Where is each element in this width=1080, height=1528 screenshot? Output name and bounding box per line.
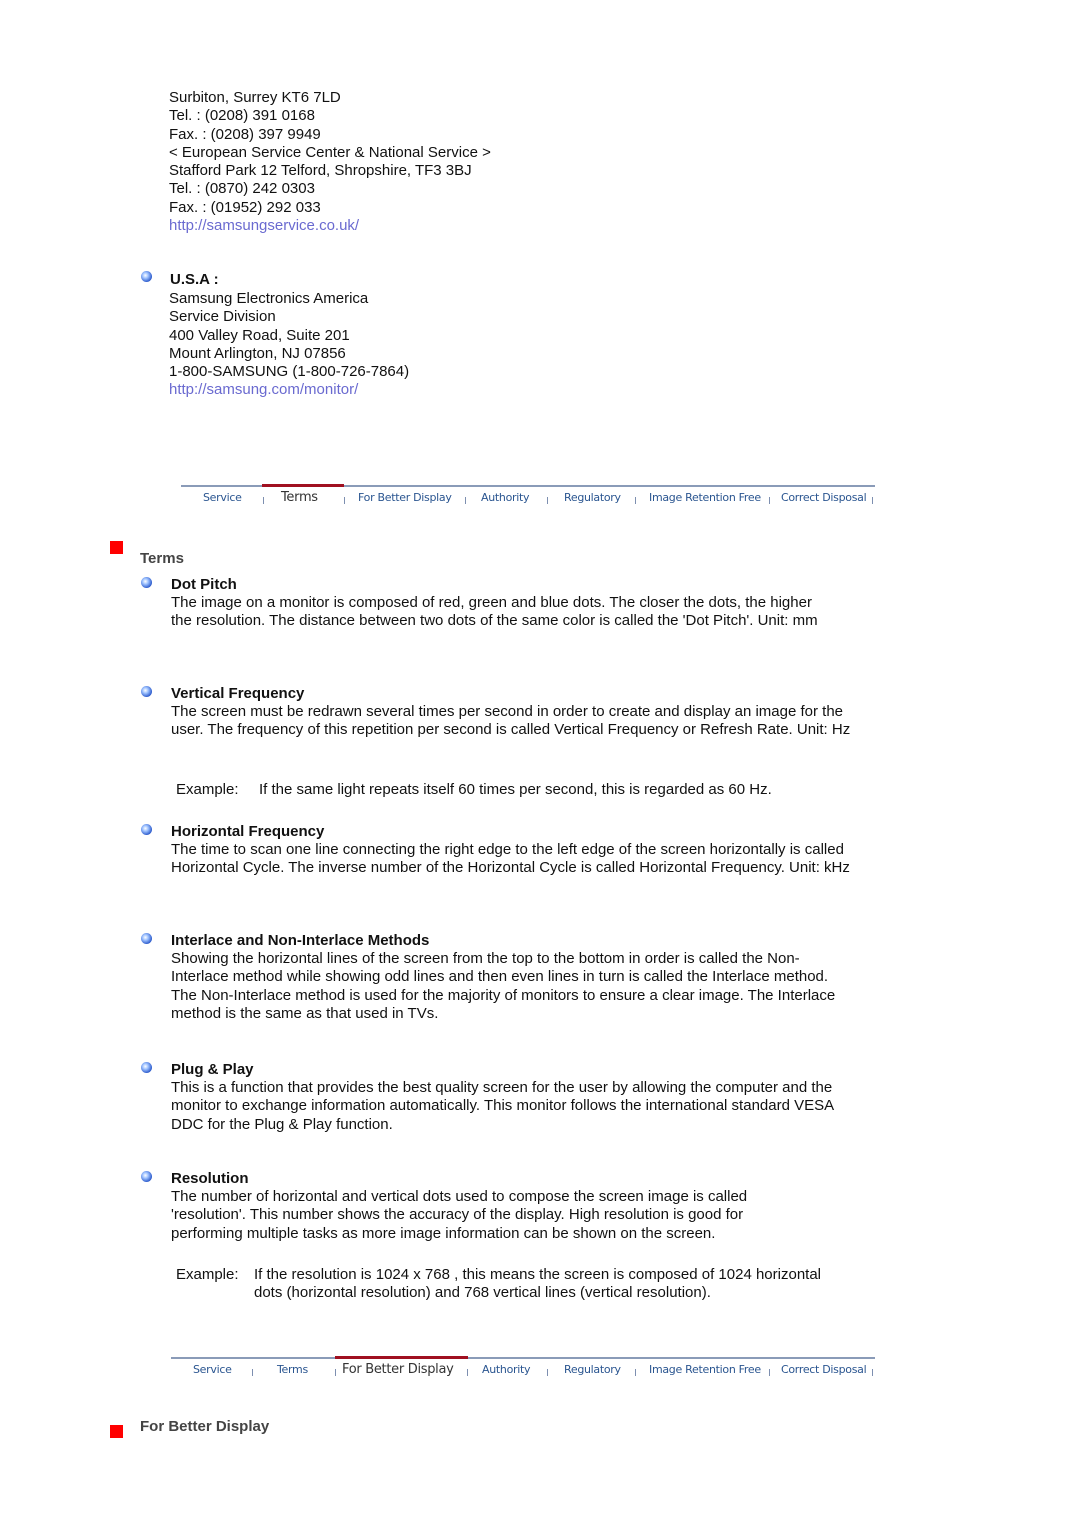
nav-separator	[635, 497, 636, 504]
nav-separator	[335, 1369, 336, 1376]
bullet-icon	[141, 271, 152, 282]
uk-fax: Fax. : (0208) 397 9949	[169, 125, 321, 143]
nav-tab-image-retention-free[interactable]: Image Retention Free	[649, 491, 761, 504]
term-body-dot-pitch: The image on a monitor is composed of re…	[171, 594, 818, 630]
bullet-icon	[141, 1171, 152, 1182]
nav-separator	[547, 1369, 548, 1376]
bullet-icon	[141, 686, 152, 697]
eu-fax: Fax. : (01952) 292 033	[169, 198, 321, 216]
active-tab-indicator	[262, 484, 344, 487]
uk-service-link[interactable]: http://samsungservice.co.uk/	[169, 217, 359, 234]
section-marker-icon	[110, 541, 123, 554]
bullet-icon	[141, 577, 152, 588]
term-heading-plug-and-play: Plug & Play	[171, 1061, 254, 1078]
term-body-horizontal-frequency: The time to scan one line connecting the…	[171, 841, 850, 877]
nav-separator	[635, 1369, 636, 1376]
nav-rule	[171, 1357, 875, 1359]
term-body-resolution: The number of horizontal and vertical do…	[171, 1188, 748, 1242]
term-heading-dot-pitch: Dot Pitch	[171, 576, 237, 593]
usa-division: Service Division	[169, 308, 276, 326]
term-body-plug-and-play: This is a function that provides the bes…	[171, 1079, 834, 1133]
section-nav-bar: Service Terms For Better Display Authori…	[171, 1356, 875, 1391]
better-display-section-title: For Better Display	[140, 1418, 270, 1435]
nav-tab-for-better-display[interactable]: For Better Display	[358, 491, 452, 504]
nav-separator	[467, 1369, 468, 1376]
nav-separator	[263, 497, 264, 504]
eu-service-center-heading: < European Service Center & National Ser…	[169, 143, 491, 161]
example-text-resolution: If the resolution is 1024 x 768 , this m…	[254, 1266, 821, 1302]
uk-tel: Tel. : (0208) 391 0168	[169, 107, 315, 125]
uk-contact-block: Surbiton, Surrey KT6 7LD Tel. : (0208) 3…	[169, 89, 491, 235]
eu-address-line: Stafford Park 12 Telford, Shropshire, TF…	[169, 162, 472, 180]
nav-tab-authority[interactable]: Authority	[482, 1363, 531, 1376]
example-label: Example:	[176, 1266, 239, 1283]
nav-separator	[769, 497, 770, 504]
usa-company: Samsung Electronics America	[169, 290, 369, 307]
active-tab-indicator	[335, 1356, 468, 1359]
usa-service-link[interactable]: http://samsung.com/monitor/	[169, 381, 358, 398]
term-heading-horizontal-frequency: Horizontal Frequency	[171, 823, 325, 840]
nav-separator	[344, 497, 345, 504]
term-body-vertical-frequency: The screen must be redrawn several times…	[171, 703, 851, 739]
term-body-interlace: Showing the horizontal lines of the scre…	[171, 950, 836, 1022]
nav-tab-terms[interactable]: Terms	[281, 490, 318, 505]
usa-contact-block: Samsung Electronics America Service Divi…	[169, 290, 409, 400]
bullet-icon	[141, 933, 152, 944]
nav-separator	[872, 497, 873, 504]
term-heading-resolution: Resolution	[171, 1170, 249, 1187]
nav-tab-regulatory[interactable]: Regulatory	[564, 491, 621, 504]
nav-tab-for-better-display[interactable]: For Better Display	[342, 1362, 454, 1377]
example-text-vertical-frequency: If the same light repeats itself 60 time…	[259, 781, 772, 798]
usa-phone: 1-800-SAMSUNG (1-800-726-7864)	[169, 363, 410, 381]
usa-heading: U.S.A :	[170, 271, 219, 288]
term-heading-interlace: Interlace and Non-Interlace Methods	[171, 932, 430, 949]
nav-tab-image-retention-free[interactable]: Image Retention Free	[649, 1363, 761, 1376]
eu-tel: Tel. : (0870) 242 0303	[169, 180, 315, 198]
nav-tab-service[interactable]: Service	[193, 1363, 232, 1376]
bullet-icon	[141, 1062, 152, 1073]
terms-section-title: Terms	[140, 550, 184, 567]
usa-street: 400 Valley Road, Suite 201	[169, 326, 350, 344]
nav-separator	[252, 1369, 253, 1376]
usa-city: Mount Arlington, NJ 07856	[169, 344, 346, 362]
nav-tab-regulatory[interactable]: Regulatory	[564, 1363, 621, 1376]
bullet-icon	[141, 824, 152, 835]
nav-tab-correct-disposal[interactable]: Correct Disposal	[781, 491, 867, 504]
nav-tab-service[interactable]: Service	[203, 491, 242, 504]
nav-tab-terms[interactable]: Terms	[277, 1363, 308, 1376]
uk-address-line: Surbiton, Surrey KT6 7LD	[169, 89, 341, 106]
example-label: Example:	[176, 781, 239, 798]
term-heading-vertical-frequency: Vertical Frequency	[171, 685, 305, 702]
nav-separator	[465, 497, 466, 504]
nav-separator	[547, 497, 548, 504]
section-marker-icon	[110, 1425, 123, 1438]
nav-separator	[872, 1369, 873, 1376]
section-nav-bar: Service Terms For Better Display Authori…	[181, 484, 875, 519]
nav-separator	[769, 1369, 770, 1376]
nav-tab-correct-disposal[interactable]: Correct Disposal	[781, 1363, 867, 1376]
nav-tab-authority[interactable]: Authority	[481, 491, 530, 504]
